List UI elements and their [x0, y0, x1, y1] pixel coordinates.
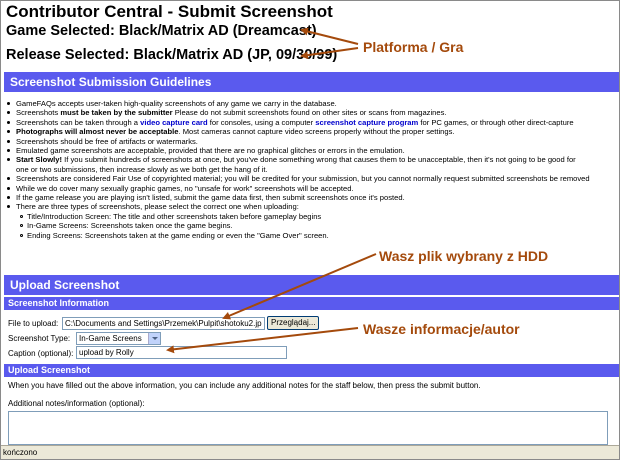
annotation-platform: Platforma / Gra [363, 39, 464, 55]
upload-submit-header: Upload Screenshot [4, 364, 619, 377]
guideline-item: While we do cover many sexually graphic … [7, 184, 619, 193]
browser-frame: Contributor Central - Submit Screenshot … [0, 0, 620, 460]
file-upload-label: File to upload: [8, 319, 59, 328]
screenshot-type-value: In-Game Screens [79, 334, 142, 343]
video-capture-card-link[interactable]: video capture card [140, 118, 208, 127]
guideline-item: Start Slowly! If you submit hundreds of … [7, 155, 619, 174]
screenshot-info-header: Screenshot Information [4, 297, 619, 310]
page-title: Contributor Central - Submit Screenshot [6, 2, 333, 21]
guideline-item: Screenshots can be taken through a video… [7, 118, 619, 127]
guideline-item: If the game release you are playing isn'… [7, 193, 619, 202]
guideline-item: Photographs will almost never be accepta… [7, 127, 619, 136]
notes-instructions: When you have filled out the above infor… [8, 381, 481, 390]
file-path-input[interactable]: C:\Documents and Settings\Przemek\Pulpit… [62, 317, 265, 330]
annotation-file: Wasz plik wybrany z HDD [379, 248, 549, 264]
screenshot-type-item: Title/Introduction Screen: The title and… [20, 212, 619, 221]
guideline-item: Emulated game screenshots are acceptable… [7, 146, 619, 155]
notes-label: Additional notes/information (optional): [8, 399, 145, 408]
screenshot-capture-program-link[interactable]: screenshot capture program [315, 118, 418, 127]
screenshot-type-item: In-Game Screens: Screenshots taken once … [20, 221, 619, 230]
guidelines-header: Screenshot Submission Guidelines [4, 72, 619, 92]
guideline-item: Screenshots are considered Fair Use of c… [7, 174, 619, 183]
guideline-item: GameFAQs accepts user-taken high-quality… [7, 99, 619, 108]
screenshot-type-label: Screenshot Type: [8, 334, 71, 343]
guideline-item: Screenshots should be free of artifacts … [7, 137, 619, 146]
screenshot-types-list: Title/Introduction Screen: The title and… [16, 212, 619, 240]
game-selected: Game Selected: Black/Matrix AD (Dreamcas… [6, 23, 317, 39]
browse-button[interactable]: Przeglądaj... [267, 316, 320, 330]
release-selected: Release Selected: Black/Matrix AD (JP, 0… [6, 47, 338, 63]
guideline-item: Screenshots must be taken by the submitt… [7, 108, 619, 117]
page-content: Contributor Central - Submit Screenshot … [1, 1, 619, 445]
caption-label: Caption (optional): [8, 349, 74, 358]
guidelines-list: GameFAQs accepts user-taken high-quality… [1, 99, 619, 240]
notes-textarea[interactable] [8, 411, 608, 445]
guideline-item: There are three types of screenshots, pl… [7, 202, 619, 240]
status-bar: kończono [1, 445, 619, 459]
chevron-down-icon[interactable] [148, 333, 160, 344]
upload-header: Upload Screenshot [4, 275, 619, 295]
screenshot-type-select[interactable]: In-Game Screens [76, 332, 161, 345]
annotation-info: Wasze informacje/autor [363, 321, 520, 337]
caption-input[interactable]: upload by Rolly [76, 346, 287, 359]
status-text: kończono [3, 448, 38, 457]
screenshot-type-item: Ending Screens: Screenshots taken at the… [20, 231, 619, 240]
